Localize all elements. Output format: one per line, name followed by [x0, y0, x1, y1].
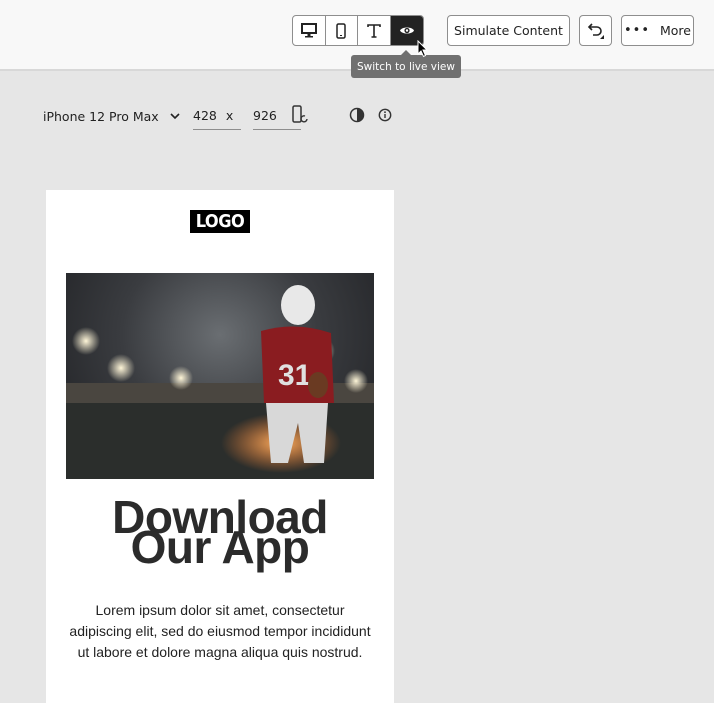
jersey-number: 31 — [278, 359, 311, 392]
simulate-content-button[interactable]: Simulate Content — [447, 15, 570, 46]
mouse-cursor-icon — [417, 40, 429, 58]
more-button[interactable]: ••• More — [621, 15, 694, 46]
logo: LOGO — [190, 210, 250, 233]
headline-line-2: Our App — [130, 521, 310, 573]
rotate-device-icon[interactable] — [292, 105, 309, 125]
more-label: More — [660, 23, 691, 38]
desktop-icon — [300, 23, 317, 38]
mobile-view-button[interactable] — [326, 16, 358, 45]
body-text: Lorem ipsum dolor sit amet, consectetur … — [69, 602, 371, 660]
info-icon[interactable] — [378, 108, 392, 122]
device-width-input[interactable]: 428 x — [193, 104, 241, 130]
simulate-content-label: Simulate Content — [454, 23, 563, 38]
undo-icon — [587, 22, 604, 39]
text-icon — [366, 23, 381, 38]
chevron-down-icon — [170, 113, 180, 120]
hero-image: 31 — [66, 273, 374, 479]
height-value: 926 — [253, 108, 277, 123]
undo-button[interactable] — [579, 15, 612, 46]
tooltip: Switch to live view — [351, 50, 461, 78]
eye-icon — [399, 27, 414, 34]
football-player-image: 31 — [66, 285, 374, 479]
email-preview: LOGO 31 Download Our App Lorem ipsum dol… — [46, 190, 394, 703]
device-selector[interactable]: iPhone 12 Pro Max — [43, 104, 181, 128]
ellipsis-icon: ••• — [623, 23, 650, 38]
dimension-separator: x — [225, 108, 234, 123]
device-name: iPhone 12 Pro Max — [43, 108, 159, 124]
headline: Download Our App — [46, 494, 394, 573]
width-value: 428 — [193, 108, 217, 123]
contrast-icon[interactable] — [349, 107, 365, 123]
desktop-view-button[interactable] — [293, 16, 326, 45]
mobile-icon — [336, 22, 346, 39]
text-view-button[interactable] — [358, 16, 391, 45]
view-mode-group — [292, 15, 424, 46]
